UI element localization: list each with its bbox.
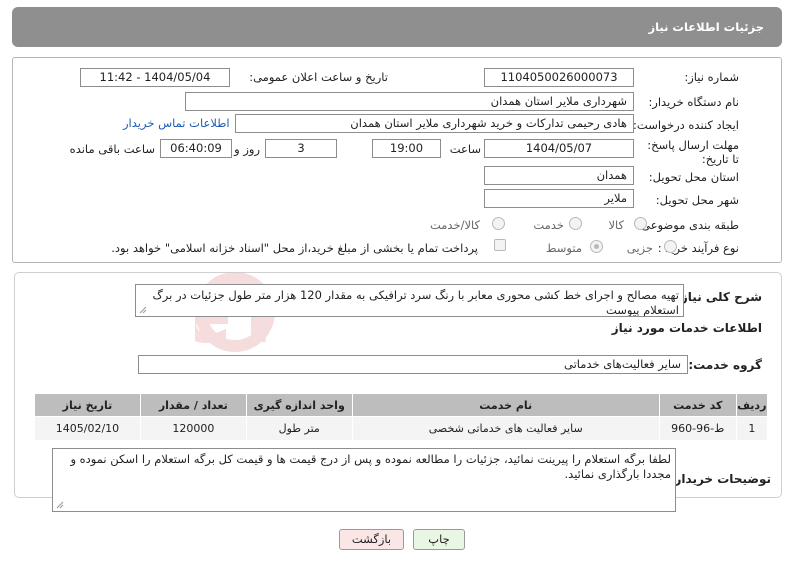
buyer-notes-text: لطفا برگه استعلام را پیرینت نمائید، جزئی… [70, 452, 671, 481]
category-goods-service-radio[interactable] [492, 217, 505, 230]
delivery-city-label: شهر محل تحویل: [655, 193, 739, 207]
col-service-code: کد خدمت [658, 393, 737, 417]
category-goods-service-label: کالا/خدمت [429, 218, 480, 232]
description-textarea: تهیه مصالح و اجرای خط کشی محوری معابر با… [135, 284, 684, 317]
remaining-time-label: ساعت باقی مانده [69, 142, 155, 156]
buyer-notes-textarea: لطفا برگه استعلام را پیرینت نمائید، جزئی… [52, 448, 676, 512]
row-number: 1 [735, 416, 769, 441]
category-goods-label: کالا [608, 218, 624, 232]
category-service-label: خدمت [533, 218, 564, 232]
buyer-name-label: نام دستگاه خریدار: [648, 95, 739, 109]
category-goods-radio[interactable] [634, 217, 647, 230]
process-medium-label: متوسط [545, 241, 582, 255]
process-medium-radio[interactable] [590, 240, 603, 253]
services-section-title: اطلاعات خدمات مورد نیاز [611, 321, 762, 335]
remaining-time-field: 06:40:09 [160, 139, 232, 158]
service-group-label: گروه خدمت: [688, 358, 762, 372]
row-unit: متر طول [245, 416, 353, 441]
col-quantity: تعداد / مقدار [139, 393, 247, 417]
services-table-header: ردیف کد خدمت نام خدمت واحد اندازه گیری ت… [34, 393, 769, 417]
category-service-radio[interactable] [569, 217, 582, 230]
service-group-field: سایر فعالیت‌های خدماتی [138, 355, 688, 374]
remaining-days-field: 3 [265, 139, 337, 158]
col-unit: واحد اندازه گیری [245, 393, 353, 417]
request-creator-label: ایجاد کننده درخواست: [633, 118, 739, 132]
resize-handle-icon [56, 501, 64, 509]
col-row: ردیف [735, 393, 769, 417]
row-quantity: 120000 [139, 416, 247, 441]
announce-date-label: تاریخ و ساعت اعلان عمومی: [249, 70, 388, 84]
remaining-days-label: روز و [234, 142, 260, 156]
need-number-label: شماره نیاز: [684, 70, 739, 84]
table-row: 1 ط-96-960 سایر فعالیت های خدماتی شخصی م… [34, 416, 769, 441]
col-service-name: نام خدمت [351, 393, 660, 417]
process-partial-label: جزیی [626, 241, 653, 255]
buyer-notes-label: توضیحات خریدار: [669, 472, 771, 486]
back-button[interactable]: بازگشت [339, 529, 404, 550]
deadline-time-field: 19:00 [372, 139, 441, 158]
request-creator-field: هادی رحیمی تدارکات و خرید شهرداری ملایر … [235, 114, 634, 133]
print-button[interactable]: چاپ [413, 529, 465, 550]
delivery-province-field: همدان [484, 166, 634, 185]
deadline-date-field: 1404/05/07 [484, 139, 634, 158]
row-need-date: 1405/02/10 [34, 416, 141, 441]
page-header: جزئیات اطلاعات نیاز [12, 7, 782, 47]
delivery-city-field: ملایر [484, 189, 634, 208]
deadline-label: مهلت ارسال پاسخ: تا تاریخ: [647, 138, 739, 166]
services-table: ردیف کد خدمت نام خدمت واحد اندازه گیری ت… [34, 393, 769, 441]
need-number-field: 1104050026000073 [484, 68, 634, 87]
row-service-name: سایر فعالیت های خدماتی شخصی [351, 416, 660, 441]
deadline-time-label: ساعت [449, 142, 481, 156]
row-service-code: ط-96-960 [658, 416, 737, 441]
buyer-name-field: شهرداری ملایر استان همدان [185, 92, 634, 111]
buyer-contact-link[interactable]: اطلاعات تماس خریدار [123, 116, 230, 130]
process-partial-radio[interactable] [664, 240, 677, 253]
treasury-payment-checkbox[interactable] [494, 239, 506, 251]
description-text: تهیه مصالح و اجرای خط کشی محوری معابر با… [152, 288, 679, 317]
category-label: طبقه بندی موضوعی: [637, 218, 739, 232]
announce-date-field: 1404/05/04 - 11:42 [80, 68, 230, 87]
col-need-date: تاریخ نیاز [34, 393, 141, 417]
treasury-payment-note: پرداخت تمام یا بخشی از مبلغ خرید،از محل … [111, 241, 478, 255]
description-label: شرح کلی نیاز: [676, 290, 762, 304]
resize-handle-icon [139, 306, 147, 314]
delivery-province-label: استان محل تحویل: [648, 170, 739, 184]
page-title: جزئیات اطلاعات نیاز [648, 20, 764, 34]
